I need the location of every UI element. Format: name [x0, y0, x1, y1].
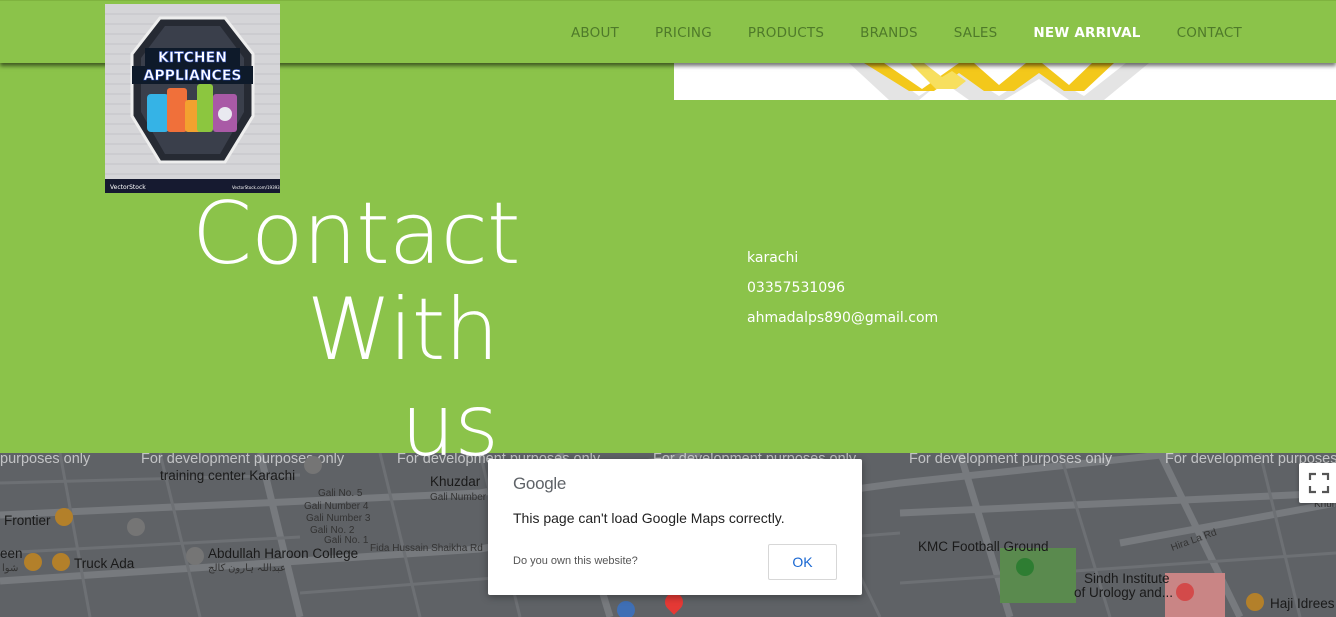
- map-label-een: een: [0, 546, 23, 561]
- contact-heading: Contact With us: [190, 184, 521, 476]
- map-label-gali-3: Gali Number 3: [306, 513, 371, 524]
- contact-email: ahmadalps890@gmail.com: [747, 310, 939, 326]
- maps-error-dialog: Google This page can't load Google Maps …: [488, 459, 862, 595]
- svg-text:KITCHEN: KITCHEN: [158, 50, 227, 66]
- map-label-truck-ada: Truck Ada: [74, 556, 135, 571]
- svg-text:APPLIANCES: APPLIANCES: [144, 68, 242, 84]
- nav-new-arrival[interactable]: NEW ARRIVAL: [1033, 25, 1140, 41]
- map-label-gali-1: Gali No. 1: [324, 535, 369, 546]
- school-pin-icon[interactable]: [186, 547, 204, 565]
- contact-info: karachi 03357531096 ahmadalps890@gmail.c…: [747, 248, 938, 338]
- nav-about[interactable]: ABOUT: [571, 25, 619, 41]
- hero-banner-image: [674, 63, 1336, 100]
- park-pin-icon[interactable]: [1016, 558, 1034, 576]
- own-website-question[interactable]: Do you own this website?: [513, 555, 638, 567]
- map-label-gali-number-4: Gali Number 4: [430, 492, 495, 503]
- map-label-haji-idrees: Haji Idrees: [1270, 596, 1335, 611]
- map-label-een-urdu: شوا: [2, 563, 19, 574]
- kitchen-appliances-logo[interactable]: KITCHEN APPLIANCES VectorStock VectorSto…: [105, 4, 288, 193]
- nav-products[interactable]: PRODUCTS: [748, 25, 824, 41]
- contact-heading-line1: Contact: [192, 184, 521, 284]
- fullscreen-icon: [1308, 472, 1330, 494]
- fullscreen-button[interactable]: [1299, 463, 1336, 503]
- transit-pin-icon[interactable]: [617, 601, 635, 617]
- map-label-kmc: KMC Football Ground: [918, 539, 1049, 554]
- nav-brands[interactable]: BRANDS: [860, 25, 918, 41]
- map-label-college: Abdullah Haroon College: [208, 546, 359, 561]
- nav-contact[interactable]: CONTACT: [1177, 25, 1242, 41]
- ok-button[interactable]: OK: [768, 544, 837, 580]
- map-label-sindh-1: Sindh Institute: [1084, 571, 1170, 586]
- restaurant-pin-icon[interactable]: [1246, 593, 1264, 611]
- map-label-frontier: Frontier: [4, 513, 51, 528]
- map-label-fida: Fida Hussain Shaikha Rd: [370, 543, 483, 554]
- school-pin-icon[interactable]: [127, 518, 145, 536]
- maps-error-message: This page can't load Google Maps correct…: [513, 510, 785, 526]
- map-label-khuzdar: Khuzdar: [430, 474, 481, 489]
- contact-phone: 03357531096: [747, 280, 845, 296]
- restaurant-pin-icon[interactable]: [55, 508, 73, 526]
- contact-heading-line2: With us: [306, 280, 499, 476]
- google-logo: Google: [513, 474, 567, 493]
- hospital-pin-icon[interactable]: [1176, 583, 1194, 601]
- map-label-college-urdu: عبداللہ ہارون کالج: [208, 563, 287, 574]
- restaurant-pin-icon[interactable]: [52, 553, 70, 571]
- map-label-gali-5: Gali No. 5: [318, 488, 363, 499]
- map-watermark: For development purposes only: [909, 453, 1113, 467]
- map-label-gali-4: Gali Number 4: [304, 501, 369, 512]
- map-label-sindh-2: of Urology and...: [1074, 585, 1174, 600]
- svg-text:VectorStock.com/19393049: VectorStock.com/19393049: [232, 185, 280, 190]
- logo-watermark-text: VectorStock: [110, 184, 146, 191]
- nav-pricing[interactable]: PRICING: [655, 25, 712, 41]
- restaurant-pin-icon[interactable]: [24, 553, 42, 571]
- nav-sales[interactable]: SALES: [954, 25, 998, 41]
- main-nav: ABOUT PRICING PRODUCTS BRANDS SALES NEW …: [571, 25, 1242, 41]
- contact-city: karachi: [747, 250, 799, 266]
- map-watermark: purposes only: [0, 453, 91, 467]
